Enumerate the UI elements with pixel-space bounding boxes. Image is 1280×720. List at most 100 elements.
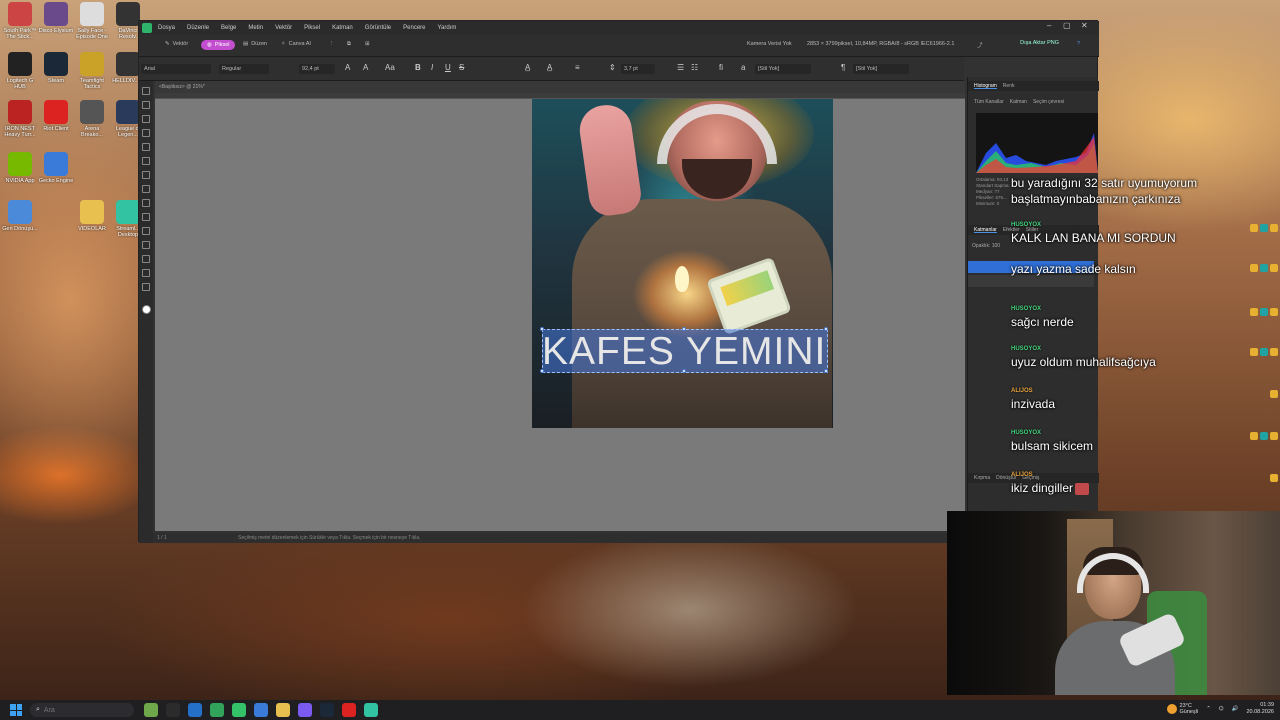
bold-button[interactable]: B xyxy=(415,63,421,72)
desktop-icon[interactable]: Sally Face - Episode One xyxy=(74,2,110,40)
clone-tool-icon[interactable] xyxy=(142,199,150,207)
desktop-icon[interactable]: South Park™ The Stick... xyxy=(2,2,38,40)
menu-piksel[interactable]: Piksel xyxy=(304,25,320,31)
dodge-tool-icon[interactable] xyxy=(142,185,150,193)
italic-button[interactable]: I xyxy=(431,63,433,72)
selection-handle[interactable] xyxy=(682,369,686,373)
color-swatch-icon[interactable] xyxy=(141,305,151,314)
more-options-icon[interactable]: ⋮ xyxy=(329,41,335,47)
taskbar-app-icon[interactable] xyxy=(166,703,180,717)
close-button[interactable]: ✕ xyxy=(1081,21,1088,30)
menu-duzenle[interactable]: Düzenle xyxy=(187,25,209,31)
desktop-icon[interactable]: Arena Breako... xyxy=(74,100,110,138)
desktop-icon[interactable]: Riot Client xyxy=(38,100,74,132)
menu-katman[interactable]: Katman xyxy=(332,25,353,31)
taskbar-app-icon[interactable] xyxy=(364,703,378,717)
glyph-icon[interactable]: a xyxy=(741,63,745,72)
layer-row-image[interactable] xyxy=(968,275,1094,287)
tab-selection-bounds[interactable]: Seçim çevresi xyxy=(1033,99,1064,105)
persona-vektor[interactable]: ✎ Vektör xyxy=(165,41,188,47)
case-icon[interactable]: Aa xyxy=(385,63,395,72)
minimize-button[interactable]: – xyxy=(1047,21,1051,30)
desktop-icon[interactable]: Gecko Engine xyxy=(38,152,74,184)
desktop-icon[interactable]: NVIDIA App xyxy=(2,152,38,184)
bullet-list-icon[interactable]: ☰ xyxy=(677,63,684,72)
fill-tool-icon[interactable] xyxy=(142,157,150,165)
taskbar-app-icon[interactable] xyxy=(210,703,224,717)
opacity-label[interactable]: Opaklık: 100 xyxy=(972,243,1000,249)
menu-yardim[interactable]: Yardım xyxy=(438,25,457,31)
align-icon[interactable]: ≡ xyxy=(575,63,580,72)
font-size-field[interactable]: 92,4 pt xyxy=(299,64,335,74)
menu-belge[interactable]: Belge xyxy=(221,25,236,31)
clock[interactable]: 01:39 20.08.2026 xyxy=(1246,702,1274,716)
desktop-icon[interactable]: VIDEOLAR xyxy=(74,200,110,232)
pilcrow-icon[interactable]: ¶ xyxy=(841,63,845,72)
chevron-up-icon[interactable]: ⌃ xyxy=(1206,706,1211,712)
pen-tool-icon[interactable] xyxy=(142,227,150,235)
desktop-icon[interactable]: Disco Elysium xyxy=(38,2,74,34)
font-style-select[interactable]: Regular xyxy=(219,64,269,74)
shape-tool-icon[interactable] xyxy=(142,255,150,263)
hand-tool-icon[interactable] xyxy=(142,269,150,277)
maximize-button[interactable]: ▢ xyxy=(1063,21,1071,30)
numbered-list-icon[interactable]: ☷ xyxy=(691,63,698,72)
font-family-select[interactable]: Arial xyxy=(141,64,211,74)
zoom-tool-icon[interactable] xyxy=(142,283,150,291)
underline-button[interactable]: U xyxy=(445,63,451,72)
text-tool-icon[interactable] xyxy=(142,241,150,249)
export-png-button[interactable]: Dışa Aktar PNG xyxy=(1020,40,1059,46)
brush-tool-icon[interactable] xyxy=(142,129,150,137)
persona-canva-ai[interactable]: ✧ Canva AI xyxy=(281,41,311,47)
volume-icon[interactable]: 🔊 xyxy=(1232,706,1239,712)
artistic-text[interactable]: KAFES YEMINI xyxy=(542,331,828,373)
desktop-icon[interactable]: Logitech G HUB xyxy=(2,52,38,90)
text-color-icon[interactable]: A̲ xyxy=(525,63,530,72)
shrink-font-icon[interactable]: A xyxy=(363,63,368,72)
gradient-tool-icon[interactable] xyxy=(142,171,150,179)
persona-duzen[interactable]: ▤ Düzen xyxy=(243,41,267,47)
taskbar-app-icon[interactable] xyxy=(276,703,290,717)
selection-handle[interactable] xyxy=(682,327,686,331)
channel-select[interactable]: Tüm Kanallar xyxy=(974,99,1004,105)
weather-widget[interactable]: 23°C Güneşli xyxy=(1166,703,1198,715)
transform-icon[interactable]: ⊞ xyxy=(365,41,370,47)
grow-font-icon[interactable]: A xyxy=(345,63,350,72)
desktop-icon[interactable]: Steam xyxy=(38,52,74,84)
tab-layer[interactable]: Katman xyxy=(1010,99,1027,105)
taskbar-app-icon[interactable] xyxy=(320,703,334,717)
taskbar-app-icon[interactable] xyxy=(144,703,158,717)
menu-goruntule[interactable]: Görüntüle xyxy=(365,25,391,31)
desktop-icon[interactable]: IRON NEST Heavy Turr... xyxy=(2,100,38,138)
selection-handle[interactable] xyxy=(540,369,544,373)
move-tool-icon[interactable] xyxy=(142,87,150,95)
persona-piksel[interactable]: ◍ Piksel xyxy=(201,40,236,50)
tab-histogram[interactable]: Histogram xyxy=(974,83,997,89)
taskbar-app-icon[interactable] xyxy=(254,703,268,717)
desktop-icon[interactable]: Teamfight Tactics xyxy=(74,52,110,90)
paragraph-style-select[interactable]: [Stil Yok] xyxy=(853,64,909,74)
selection-handle[interactable] xyxy=(540,327,544,331)
taskbar-search[interactable]: ⌕ xyxy=(30,703,134,717)
taskbar-app-icon[interactable] xyxy=(232,703,246,717)
taskbar-app-icon[interactable] xyxy=(188,703,202,717)
document-tab[interactable]: <Başlıksız> @ 21%* xyxy=(155,81,965,93)
taskbar-app-icon[interactable] xyxy=(298,703,312,717)
tab-kirpma[interactable]: Kırpma xyxy=(974,475,990,481)
menu-pencere[interactable]: Pencere xyxy=(403,25,425,31)
network-icon[interactable]: ⌬ xyxy=(1219,706,1224,712)
selection-handle[interactable] xyxy=(824,327,828,331)
taskbar-app-icon[interactable] xyxy=(342,703,356,717)
menu-vektor[interactable]: Vektör xyxy=(275,25,292,31)
menu-dosya[interactable]: Dosya xyxy=(158,25,175,31)
eraser-tool-icon[interactable] xyxy=(142,143,150,151)
strikethrough-button[interactable]: S xyxy=(459,63,464,72)
search-input[interactable] xyxy=(43,706,114,714)
ligature-icon[interactable]: fi xyxy=(719,63,723,72)
canvas-area[interactable]: KAFES YEMINI xyxy=(155,99,965,531)
desktop-icon[interactable]: Geri Dönüşü... xyxy=(2,200,38,232)
tab-katmanlar[interactable]: Katmanlar xyxy=(974,227,997,233)
tab-renk[interactable]: Renk xyxy=(1003,83,1015,89)
selection-handle[interactable] xyxy=(824,369,828,373)
selection-tool-icon[interactable] xyxy=(142,101,150,109)
